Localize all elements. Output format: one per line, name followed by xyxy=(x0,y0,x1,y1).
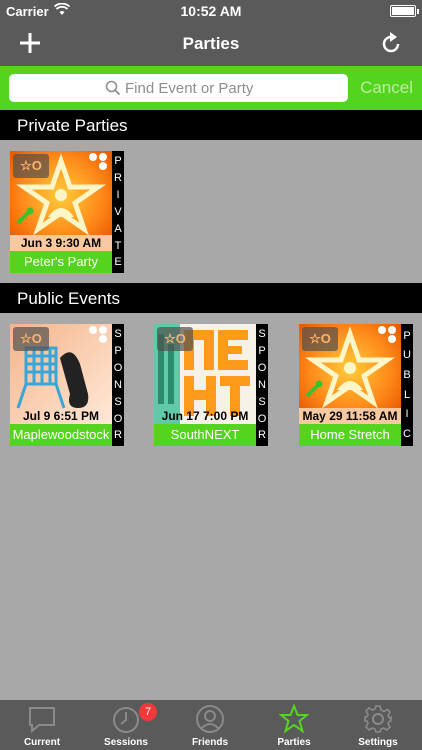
tab-label: Settings xyxy=(358,737,398,748)
event-date: Jun 17 7:00 PM xyxy=(161,409,249,423)
search-bar: Cancel xyxy=(0,66,422,110)
event-card[interactable]: ☆O Jun 17 7:00 PM SouthNEXT SPONSOR xyxy=(154,324,268,446)
event-name: Home Stretch xyxy=(299,424,401,446)
event-date: Jul 9 6:51 PM xyxy=(22,409,100,423)
event-type-tag: PUBLIC xyxy=(401,324,413,446)
event-card[interactable]: ☆O Jul 9 6:51 PM Maplewoodstock SPONSOR xyxy=(10,324,124,446)
event-type-tag: PRIVATE xyxy=(112,151,124,273)
event-type-tag: SPONSOR xyxy=(112,324,124,446)
notification-badge: 7 xyxy=(139,703,157,721)
event-type-tag: SPONSOR xyxy=(256,324,268,446)
event-name: SouthNEXT xyxy=(154,424,256,446)
tab-label: Parties xyxy=(277,737,311,748)
party-card[interactable]: ☆O Jun 3 9:30 AM Peter's Party PRIVATE xyxy=(10,151,124,273)
more-dots-icon xyxy=(89,326,109,344)
chat-bubble-icon xyxy=(29,707,55,734)
navigation-bar: Parties xyxy=(0,22,422,66)
event-name: Peter's Party xyxy=(10,251,112,273)
refresh-button[interactable] xyxy=(378,31,404,57)
tab-friends[interactable]: Friends xyxy=(168,700,252,750)
tab-label: Friends xyxy=(191,737,229,748)
section-header-public: Public Events xyxy=(0,283,422,313)
tab-current[interactable]: Current xyxy=(0,700,84,750)
event-date: Jun 3 9:30 AM xyxy=(20,236,102,250)
search-icon xyxy=(105,80,121,96)
battery-icon xyxy=(390,5,419,17)
search-field[interactable] xyxy=(9,74,348,102)
tab-label: Sessions xyxy=(104,737,148,748)
tab-label: Current xyxy=(23,737,61,748)
clock-icon xyxy=(113,707,139,733)
tab-bar: Current 7 Sessions Friends Parties Setti… xyxy=(0,700,422,750)
tab-sessions[interactable]: 7 Sessions xyxy=(84,700,168,750)
app-logo-badge: ☆O xyxy=(302,327,338,351)
search-input[interactable] xyxy=(125,78,325,98)
more-dots-icon xyxy=(378,326,398,344)
event-card[interactable]: ☆O May 29 11:58 AM Home Stretch PUBLIC xyxy=(299,324,413,446)
app-logo-badge: ☆O xyxy=(13,327,49,351)
app-logo-badge: ☆O xyxy=(13,154,49,178)
gear-icon xyxy=(364,705,392,733)
tab-parties[interactable]: Parties xyxy=(252,700,336,750)
tab-settings[interactable]: Settings xyxy=(336,700,420,750)
section-header-private: Private Parties xyxy=(0,110,422,140)
clock-time: 10:52 AM xyxy=(180,3,242,19)
app-logo-badge: ☆O xyxy=(157,327,193,351)
cancel-button[interactable]: Cancel xyxy=(360,78,413,98)
star-icon xyxy=(279,704,309,734)
event-name: Maplewoodstock xyxy=(10,424,112,446)
person-icon xyxy=(196,705,224,733)
page-title: Parties xyxy=(182,34,240,53)
status-bar: Carrier 10:52 AM xyxy=(0,0,422,22)
refresh-icon xyxy=(382,32,400,53)
more-dots-icon xyxy=(89,153,109,171)
event-date: May 29 11:58 AM xyxy=(302,409,398,423)
